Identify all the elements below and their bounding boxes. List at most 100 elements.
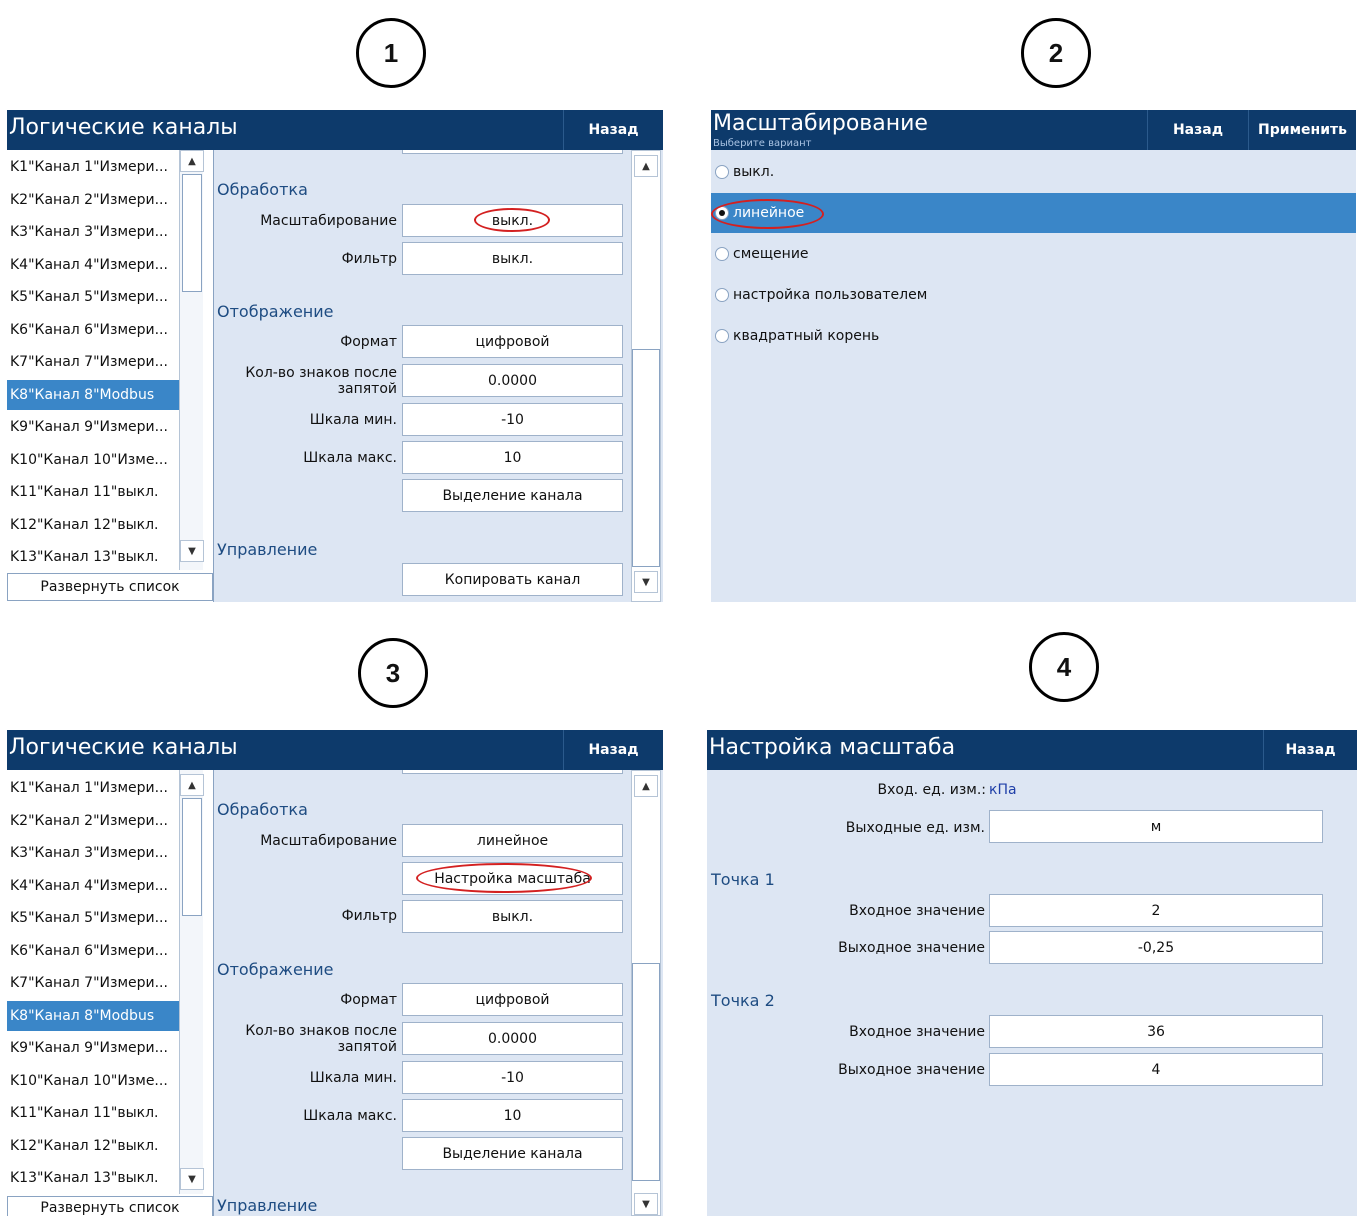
channel-list: K1"Канал 1"Измери... K2"Канал 2"Измери...… [7, 150, 214, 602]
channel-list-item[interactable]: K5"Канал 5"Измери... [7, 282, 179, 312]
decimals-field[interactable]: 0.0000 [402, 364, 623, 397]
back-button[interactable]: Назад [1263, 730, 1357, 770]
channel-list-item[interactable]: K8"Канал 8"Modbus [7, 379, 179, 410]
channel-list-item[interactable]: K2"Канал 2"Измери... [7, 185, 179, 215]
channel-list-item[interactable]: K6"Канал 6"Измери... [7, 936, 179, 966]
scaling-field[interactable]: линейное [402, 824, 623, 857]
radio-option[interactable]: квадратный корень [711, 316, 1356, 356]
point-2-output-label: Выходное значение [838, 1062, 985, 1078]
channel-list-item[interactable]: K1"Канал 1"Измери... [7, 773, 179, 803]
radio-icon[interactable] [715, 165, 729, 179]
decimals-field[interactable]: 0.0000 [402, 1022, 623, 1055]
point-1-heading: Точка 1 [711, 870, 775, 889]
channel-list-item[interactable]: K6"Канал 6"Измери... [7, 315, 179, 345]
settings-scrollbar[interactable]: ▲ ▼ [631, 770, 661, 1216]
channel-list-item[interactable]: K10"Канал 10"Изме... [7, 445, 179, 475]
scale-max-field[interactable]: 10 [402, 441, 623, 474]
channel-list-item[interactable]: K8"Канал 8"Modbus [7, 1000, 179, 1031]
channel-list-item[interactable]: K11"Канал 11"выкл. [7, 1098, 179, 1128]
format-field[interactable]: цифровой [402, 983, 623, 1016]
highlight-channel-button[interactable]: Выделение канала [402, 479, 623, 512]
radio-option[interactable]: линейное [711, 193, 1356, 233]
scale-min-field[interactable]: -10 [402, 1061, 623, 1094]
radio-option-label: выкл. [733, 164, 775, 180]
channel-list-item[interactable]: K9"Канал 9"Измери... [7, 412, 179, 442]
copy-channel-button[interactable]: Копировать канал [402, 563, 623, 596]
point-1-output-field[interactable]: -0,25 [989, 931, 1323, 964]
channel-list-item[interactable]: K13"Канал 13"выкл. [7, 542, 179, 572]
channel-list-scrollbar[interactable]: ▲ ▼ [179, 150, 204, 570]
radio-icon[interactable] [715, 247, 729, 261]
scale-min-field[interactable]: -10 [402, 403, 623, 436]
back-button[interactable]: Назад [1147, 110, 1248, 150]
expand-list-button[interactable]: Развернуть список [7, 573, 213, 601]
point-2-input-field[interactable]: 36 [989, 1015, 1323, 1048]
section-display: Отображение [217, 302, 334, 321]
scaling-label: Масштабирование [260, 213, 397, 229]
scroll-up-icon[interactable]: ▲ [634, 155, 658, 177]
step-marker-4: 4 [1029, 632, 1099, 702]
channel-list-item[interactable]: K4"Канал 4"Измери... [7, 250, 179, 280]
radio-icon[interactable] [715, 288, 729, 302]
channel-list-item[interactable]: K10"Канал 10"Изме... [7, 1066, 179, 1096]
output-unit-label: Выходные ед. изм. [845, 820, 985, 836]
scroll-down-icon[interactable]: ▼ [180, 540, 204, 562]
channel-list-item[interactable]: K7"Канал 7"Измери... [7, 968, 179, 998]
back-button[interactable]: Назад [563, 110, 663, 150]
scroll-thumb[interactable] [632, 349, 660, 567]
screen-title: Масштабирование [713, 111, 928, 136]
scroll-up-icon[interactable]: ▲ [634, 775, 658, 797]
channel-list-item[interactable]: K13"Канал 13"выкл. [7, 1163, 179, 1193]
settings-scrollbar[interactable]: ▲ ▼ [631, 150, 661, 602]
radio-option[interactable]: выкл. [711, 152, 1356, 192]
filter-field[interactable]: выкл. [402, 900, 623, 933]
channel-list-item[interactable]: K5"Канал 5"Измери... [7, 903, 179, 933]
scroll-up-icon[interactable]: ▲ [180, 150, 204, 172]
scale-min-label: Шкала мин. [309, 1070, 397, 1086]
radio-option[interactable]: настройка пользователем [711, 275, 1356, 315]
scroll-thumb[interactable] [182, 798, 202, 916]
channel-list-item[interactable]: K3"Канал 3"Измери... [7, 838, 179, 868]
format-field[interactable]: цифровой [402, 325, 623, 358]
scroll-down-icon[interactable]: ▼ [180, 1168, 204, 1190]
section-processing: Обработка [217, 800, 308, 819]
scale-max-field[interactable]: 10 [402, 1099, 623, 1132]
channel-list-item[interactable]: K4"Канал 4"Измери... [7, 871, 179, 901]
radio-icon[interactable] [715, 329, 729, 343]
channel-list-item[interactable]: K12"Канал 12"выкл. [7, 1131, 179, 1161]
decimals-label: Кол-во знаков после запятой [245, 365, 397, 397]
scale-setup-button[interactable]: Настройка масштаба [402, 862, 623, 895]
format-label: Формат [340, 334, 397, 350]
radio-icon[interactable] [715, 206, 729, 220]
channel-list-scrollbar[interactable]: ▲ ▼ [179, 770, 204, 1194]
scroll-thumb[interactable] [632, 963, 660, 1181]
screen-subtitle: Выберите вариант [713, 138, 812, 149]
filter-label: Фильтр [341, 251, 397, 267]
back-button[interactable]: Назад [563, 730, 663, 770]
input-unit-label: Вход. ед. изм.: [877, 782, 987, 798]
channel-list-item[interactable]: K1"Канал 1"Измери... [7, 152, 179, 182]
scaling-field[interactable]: выкл. [402, 204, 623, 237]
point-1-input-field[interactable]: 2 [989, 894, 1323, 927]
channel-list-item[interactable]: K12"Канал 12"выкл. [7, 510, 179, 540]
channel-list-item[interactable]: K7"Канал 7"Измери... [7, 347, 179, 377]
channel-list-item[interactable]: K2"Канал 2"Измери... [7, 806, 179, 836]
output-unit-field[interactable]: м [989, 810, 1323, 843]
step-marker-2: 2 [1021, 18, 1091, 88]
expand-list-button[interactable]: Развернуть список [7, 1196, 213, 1216]
scale-max-label: Шкала макс. [303, 450, 397, 466]
radio-option[interactable]: смещение [711, 234, 1356, 274]
scroll-thumb[interactable] [182, 174, 202, 292]
channel-list-item[interactable]: K11"Канал 11"выкл. [7, 477, 179, 507]
scroll-up-icon[interactable]: ▲ [180, 774, 204, 796]
filter-field[interactable]: выкл. [402, 242, 623, 275]
highlight-channel-button[interactable]: Выделение канала [402, 1137, 623, 1170]
point-2-output-field[interactable]: 4 [989, 1053, 1323, 1086]
channel-list-item[interactable]: K3"Канал 3"Измери... [7, 217, 179, 247]
point-2-heading: Точка 2 [711, 991, 775, 1010]
scroll-down-icon[interactable]: ▼ [634, 571, 658, 593]
scroll-down-icon[interactable]: ▼ [634, 1193, 658, 1215]
channel-list-item[interactable]: K9"Канал 9"Измери... [7, 1033, 179, 1063]
apply-button[interactable]: Применить [1248, 110, 1356, 150]
point-1-input-label: Входное значение [849, 903, 985, 919]
